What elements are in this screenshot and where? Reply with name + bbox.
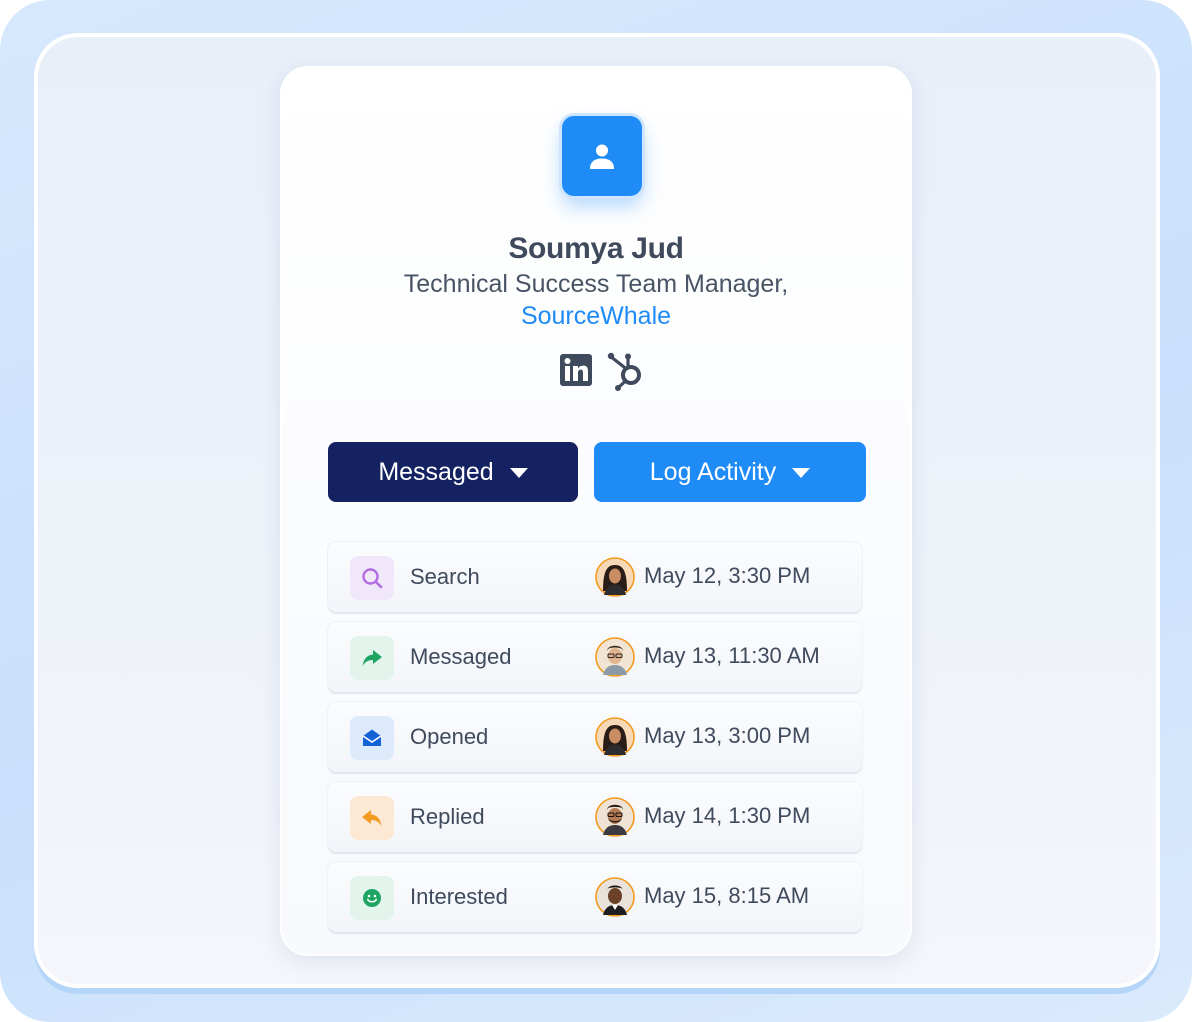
activity-icon-tile [350, 636, 394, 680]
log-activity-dropdown[interactable]: Log Activity [594, 442, 866, 502]
linkedin-icon [560, 354, 592, 386]
person-icon [590, 144, 614, 169]
chevron-down-icon [792, 468, 811, 478]
smiley-icon [363, 889, 381, 907]
activity-label: Replied [410, 804, 485, 829]
activity-label: Opened [410, 724, 489, 749]
user-avatar [595, 637, 635, 677]
activity-list: Search May 12, 3:30 PM Messaged May 13, … [328, 542, 862, 942]
contact-name: Soumya Jud [508, 232, 684, 265]
activity-row-opened[interactable]: Opened May 13, 3:00 PM [328, 702, 862, 772]
linkedin-link[interactable] [558, 352, 594, 393]
activity-row-interested[interactable]: Interested May 15, 8:15 AM [328, 862, 862, 932]
chevron-down-icon [509, 468, 528, 478]
messaged-status-dropdown[interactable]: Messaged [328, 442, 578, 502]
activity-row-replied[interactable]: Replied May 14, 1:30 PM [328, 782, 862, 852]
activity-icon-tile [350, 556, 394, 600]
activity-timestamp: May 13, 3:00 PM [644, 723, 811, 748]
hubspot-icon [607, 352, 641, 391]
log-activity-button-label: Log Activity [649, 457, 777, 486]
activity-icon-tile [350, 876, 394, 920]
activity-label: Interested [410, 884, 508, 909]
activity-timestamp: May 15, 8:15 AM [644, 883, 810, 908]
activity-timestamp: May 13, 11:30 AM [644, 643, 820, 668]
user-avatar [595, 797, 635, 837]
open-envelope-icon [362, 729, 382, 746]
activity-timestamp: May 12, 3:30 PM [644, 563, 811, 588]
forward-arrow-icon [362, 650, 382, 667]
activity-timestamp: May 14, 1:30 PM [644, 803, 811, 828]
activity-label: Search [410, 564, 480, 589]
contact-title: Technical Success Team Manager, [403, 270, 789, 298]
hubspot-link[interactable] [606, 352, 646, 397]
search-icon [362, 568, 383, 589]
company-link[interactable]: SourceWhale [280, 302, 912, 331]
activity-icon-tile [350, 716, 394, 760]
user-avatar [595, 877, 635, 917]
messaged-button-label: Messaged [378, 457, 494, 486]
activity-icon-tile [350, 796, 394, 840]
reply-arrow-icon [362, 810, 382, 827]
activity-label: Messaged [410, 644, 512, 669]
avatar [562, 116, 642, 196]
user-avatar [595, 557, 635, 597]
activity-row-search[interactable]: Search May 12, 3:30 PM [328, 542, 862, 612]
activity-row-messaged[interactable]: Messaged May 13, 11:30 AM [328, 622, 862, 692]
user-avatar [595, 717, 635, 757]
